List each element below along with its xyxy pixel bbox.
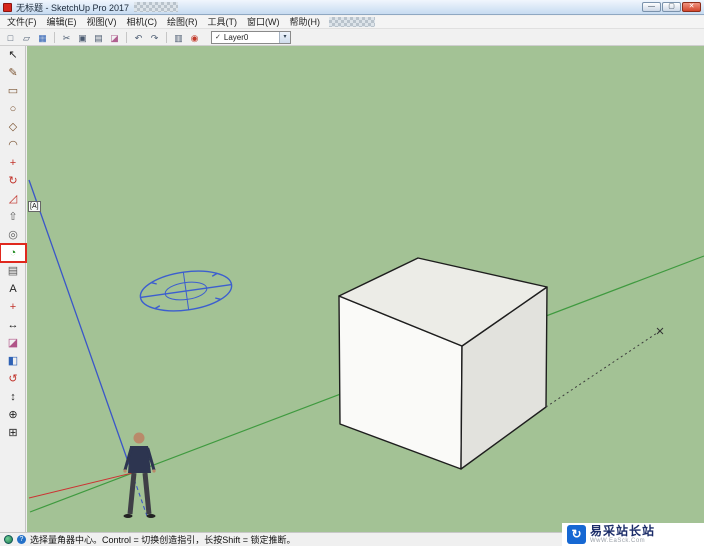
tool-scale[interactable]: ◿ xyxy=(0,190,26,208)
tool-polygon[interactable]: ◇ xyxy=(0,118,26,136)
tool-orbit[interactable]: ↺ xyxy=(0,370,26,388)
tool-axes[interactable]: + xyxy=(0,298,26,316)
title-bar: 无标题 - SketchUp Pro 2017 — ▢ ✕ xyxy=(0,0,704,15)
tool-protractor[interactable]: ◔ xyxy=(0,243,27,263)
tool-select[interactable]: ↖ xyxy=(0,46,26,64)
menu-edit[interactable]: 编辑(E) xyxy=(42,16,82,29)
tool-push-pull[interactable]: ⇧ xyxy=(0,208,26,226)
toolbar-separator xyxy=(166,31,167,43)
menu-window[interactable]: 窗口(W) xyxy=(242,16,285,29)
open-button[interactable]: ▱ xyxy=(19,31,34,44)
status-message: 选择量角器中心。Control = 切换创造指引，长按Shift = 锁定推断。 xyxy=(30,535,296,545)
menu-help[interactable]: 帮助(H) xyxy=(285,16,326,29)
layer-dropdown-value: Layer0 xyxy=(223,32,249,42)
toolbar-separator xyxy=(126,31,127,43)
pixelated-censor-title xyxy=(134,2,179,12)
close-button[interactable]: ✕ xyxy=(682,2,701,12)
copy-button[interactable]: ▣ xyxy=(75,31,90,44)
watermark-logo-icon: ↻ xyxy=(567,525,586,544)
menu-view[interactable]: 视图(V) xyxy=(82,16,122,29)
window-title: 无标题 - SketchUp Pro 2017 xyxy=(16,2,130,13)
tool-rectangle[interactable]: ▭ xyxy=(0,82,26,100)
app-icon xyxy=(3,2,12,12)
tool-pan[interactable]: ↕ xyxy=(0,388,26,406)
main-toolbar: □ ▱ ▦ ✂ ▣ ▤ ◪ ↶ ↷ ▥ ◉ ✓ Layer0 ▾ xyxy=(0,29,704,46)
tool-zoom[interactable]: ⊕ xyxy=(0,406,26,424)
print-button[interactable]: ▥ xyxy=(171,31,186,44)
layer-check-icon: ✓ xyxy=(215,34,221,41)
layer-dropdown[interactable]: ✓ Layer0 ▾ xyxy=(211,30,291,44)
new-button[interactable]: □ xyxy=(3,31,18,44)
menu-file[interactable]: 文件(F) xyxy=(2,16,42,29)
maximize-button[interactable]: ▢ xyxy=(662,2,681,12)
tool-arc[interactable]: ◠ xyxy=(0,136,26,154)
tool-paint-bucket[interactable]: ◧ xyxy=(0,352,26,370)
tool-zoom-extents[interactable]: ⊞ xyxy=(0,424,26,442)
window-controls: — ▢ ✕ xyxy=(642,2,701,12)
shortcut-tooltip: [A] xyxy=(28,201,41,212)
watermark-title: 易采站长站 xyxy=(590,524,656,538)
geolocation-icon[interactable] xyxy=(4,535,13,544)
tool-eraser[interactable]: ◪ xyxy=(0,334,26,352)
tool-tape-measure[interactable]: ▤ xyxy=(0,262,26,280)
tool-text[interactable]: A xyxy=(0,280,26,298)
tool-line[interactable]: ✎ xyxy=(0,64,26,82)
erase-button[interactable]: ◪ xyxy=(107,31,122,44)
menu-bar: 文件(F) 编辑(E) 视图(V) 相机(C) 绘图(R) 工具(T) 窗口(W… xyxy=(0,16,704,29)
redo-button[interactable]: ↷ xyxy=(147,31,162,44)
drawing-canvas[interactable] xyxy=(27,46,704,532)
tool-offset[interactable]: ◎ xyxy=(0,226,26,244)
tool-dimension[interactable]: ↔ xyxy=(0,316,26,334)
watermark-subtitle: WwW.EaSck.Com xyxy=(590,538,646,544)
tool-palette: ↖ ✎ ▭ ○ ◇ ◠ + ↻ ◿ ⇧ ◎ ◔ ▤ A + ↔ ◪ ◧ ↺ ↕ … xyxy=(0,46,27,532)
pixelated-censor-menu xyxy=(329,17,375,27)
help-icon[interactable]: ? xyxy=(17,535,26,544)
menu-tools[interactable]: 工具(T) xyxy=(203,16,243,29)
undo-button[interactable]: ↶ xyxy=(131,31,146,44)
paste-button[interactable]: ▤ xyxy=(91,31,106,44)
save-button[interactable]: ▦ xyxy=(35,31,50,44)
paint-button[interactable]: ◉ xyxy=(187,31,202,44)
chevron-down-icon[interactable]: ▾ xyxy=(279,31,290,43)
tool-rotate[interactable]: ↻ xyxy=(0,172,26,190)
site-watermark: ↻ 易采站长站 WwW.EaSck.Com xyxy=(562,523,704,546)
cut-button[interactable]: ✂ xyxy=(59,31,74,44)
tool-circle[interactable]: ○ xyxy=(0,100,26,118)
sketchup-window: 无标题 - SketchUp Pro 2017 — ▢ ✕ 文件(F) 编辑(E… xyxy=(0,0,704,546)
tool-move[interactable]: + xyxy=(0,154,26,172)
menu-draw[interactable]: 绘图(R) xyxy=(162,16,203,29)
minimize-button[interactable]: — xyxy=(642,2,661,12)
toolbar-separator xyxy=(54,31,55,43)
menu-camera[interactable]: 相机(C) xyxy=(122,16,163,29)
